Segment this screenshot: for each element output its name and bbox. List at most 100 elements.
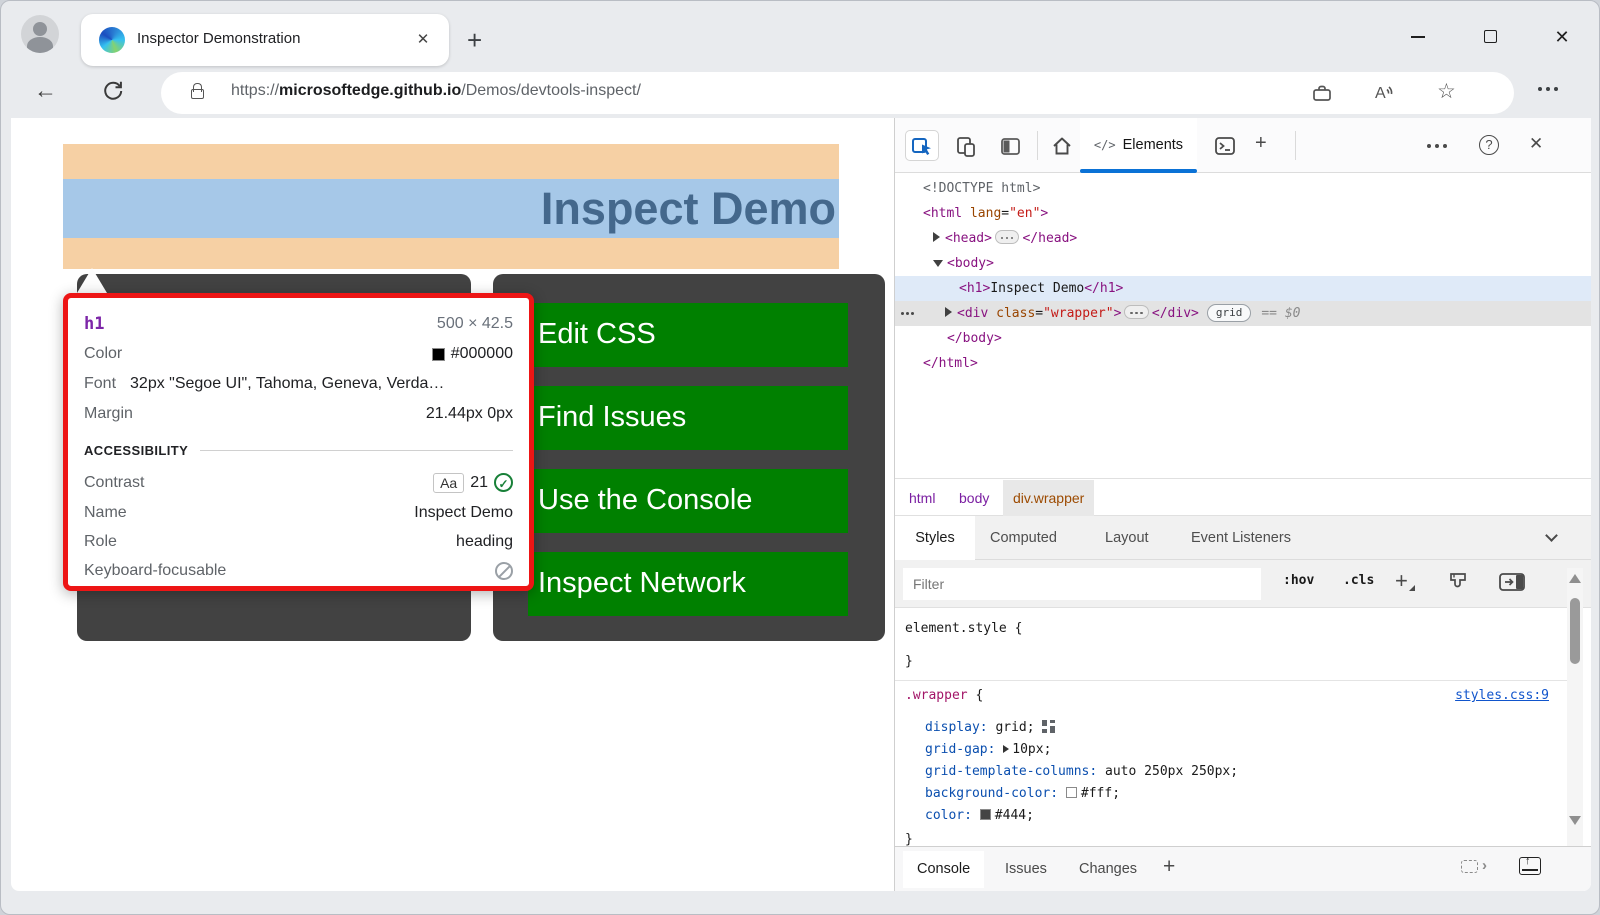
drawer-tab-issues[interactable]: Issues (991, 851, 1061, 888)
restore-drawer-icon[interactable] (1461, 860, 1478, 873)
new-style-rule-button[interactable]: + (1395, 568, 1408, 594)
tab-layout[interactable]: Layout (1105, 516, 1149, 560)
grid-badge[interactable]: grid (1207, 304, 1252, 322)
tab-close-icon[interactable]: ✕ (411, 28, 435, 52)
use-console-button[interactable]: Use the Console (528, 469, 848, 533)
expand-quick-view-icon[interactable] (1519, 857, 1541, 875)
inspect-tooltip: h1 500 × 42.5 Color #000000 Font 32px "S… (63, 293, 534, 591)
read-aloud-icon[interactable]: A (1373, 81, 1397, 110)
node-options-icon[interactable] (901, 312, 904, 315)
activity-bar-layout-button[interactable] (995, 131, 1025, 161)
h1-margin-overlay-top (63, 144, 839, 179)
page-heading: Inspect Demo (63, 179, 839, 238)
refresh-button[interactable] (101, 79, 125, 108)
a11y-role-value: heading (456, 533, 513, 551)
styles-pane: element.style { } styles.css:9 .wrapper … (895, 608, 1567, 846)
head-node[interactable]: <head></head> (895, 226, 1591, 251)
tab-computed[interactable]: Computed (990, 516, 1057, 560)
css-declaration[interactable]: grid-template-columns: auto 250px 250px; (925, 764, 1238, 779)
window-close-button[interactable]: ✕ (1548, 23, 1576, 51)
browser-more-icon[interactable] (1538, 87, 1542, 91)
find-issues-button[interactable]: Find Issues (528, 386, 848, 450)
expand-shorthand-icon[interactable] (1003, 745, 1009, 753)
css-declaration[interactable]: color: #444; (925, 808, 1034, 823)
edit-css-button[interactable]: Edit CSS (528, 303, 848, 367)
element-style-selector[interactable]: element.style (905, 621, 1007, 636)
help-icon[interactable]: ? (1479, 135, 1499, 155)
chevron-down-icon[interactable] (1545, 529, 1558, 542)
drawer-tab-console[interactable]: Console (903, 851, 984, 888)
tab-event-listeners[interactable]: Event Listeners (1191, 516, 1291, 560)
styles-filter-input[interactable] (903, 568, 1261, 600)
stylesheet-source-link[interactable]: styles.css:9 (1455, 688, 1549, 703)
expand-arrow-icon[interactable] (933, 232, 940, 242)
minimize-button[interactable] (1404, 23, 1432, 51)
tab-title: Inspector Demonstration (137, 30, 300, 47)
maximize-button[interactable] (1476, 23, 1504, 51)
contrast-value: 21 (470, 474, 488, 492)
css-declaration[interactable]: display: grid; (925, 720, 1055, 735)
inspect-cursor-icon (911, 135, 933, 157)
grid-editor-icon[interactable] (1042, 720, 1055, 733)
tooltip-tag: h1 (84, 314, 104, 334)
drawer-tab-changes[interactable]: Changes (1065, 851, 1151, 888)
browser-window: Inspector Demonstration ✕ + ✕ ← https://… (0, 0, 1600, 915)
styles-filter-bar: :hov .cls + (895, 560, 1591, 608)
collections-icon[interactable] (1311, 82, 1333, 109)
address-bar[interactable]: https://microsoftedge.github.io/Demos/de… (161, 72, 1514, 114)
breadcrumb-body[interactable]: body (949, 480, 999, 516)
contrast-pass-check-icon: ✓ (494, 473, 513, 492)
toggle-hover-state[interactable]: :hov (1283, 573, 1314, 588)
accessibility-section: ACCESSIBILITY (84, 433, 513, 467)
css-declaration[interactable]: grid-gap: 10px; (925, 742, 1051, 757)
color-swatch[interactable] (1066, 787, 1077, 798)
profile-avatar[interactable] (21, 15, 59, 53)
add-tool-button[interactable]: + (1255, 132, 1267, 155)
drawer-add-tab-button[interactable]: + (1163, 855, 1175, 879)
collapsed-content-icon[interactable] (1124, 305, 1149, 319)
h1-node[interactable]: <h1>Inspect Demo</h1> (895, 276, 1591, 301)
inspect-element-button[interactable] (905, 130, 939, 161)
tooltip-font-label: Font (84, 375, 116, 393)
collapsed-content-icon[interactable] (995, 230, 1020, 244)
computed-sidebar-toggle-icon[interactable] (1499, 572, 1525, 597)
tooltip-color-label: Color (84, 345, 122, 363)
back-button[interactable]: ← (34, 77, 57, 104)
console-tool-icon[interactable] (1210, 131, 1240, 161)
h1-content-overlay: Inspect Demo (63, 179, 839, 238)
home-icon[interactable] (1047, 131, 1077, 161)
inspect-network-button[interactable]: Inspect Network (528, 552, 848, 616)
scroll-down-icon[interactable] (1569, 816, 1581, 825)
dollar-zero-hint: == $0 (1261, 306, 1300, 321)
div-wrapper-node[interactable]: <div class="wrapper"></div>grid== $0 (895, 301, 1591, 326)
breadcrumb-div-wrapper[interactable]: div.wrapper (1003, 480, 1094, 516)
brush-icon[interactable] (1447, 571, 1469, 600)
browser-tab[interactable]: Inspector Demonstration ✕ (81, 14, 449, 66)
devtools-close-icon[interactable]: ✕ (1529, 134, 1543, 154)
new-tab-button[interactable]: + (467, 25, 482, 56)
not-focusable-icon (495, 562, 513, 580)
tab-styles[interactable]: Styles (895, 516, 975, 560)
breadcrumb: html body div.wrapper (895, 480, 1591, 516)
color-swatch[interactable] (980, 809, 991, 820)
toggle-classes[interactable]: .cls (1343, 573, 1374, 588)
wrapper-rule-selector[interactable]: .wrapper (905, 688, 968, 703)
collapse-arrow-icon[interactable] (933, 260, 943, 267)
scrollbar-thumb[interactable] (1570, 598, 1580, 664)
lock-icon[interactable] (191, 89, 204, 99)
devtools-toolbar: </> Elements + ? ✕ (895, 118, 1591, 173)
css-declaration[interactable]: background-color: #fff; (925, 786, 1120, 801)
expand-arrow-icon[interactable] (945, 307, 952, 317)
devtools-more-icon[interactable] (1427, 144, 1431, 148)
breadcrumb-html[interactable]: html (899, 480, 945, 516)
a11y-role-label: Role (84, 533, 117, 551)
body-node[interactable]: <body> (895, 251, 1591, 276)
doctype-node[interactable]: <!DOCTYPE html> (923, 181, 1040, 196)
scroll-up-icon[interactable] (1569, 574, 1581, 583)
favorites-star-icon[interactable]: ☆ (1437, 79, 1456, 104)
device-emulation-button[interactable] (950, 131, 980, 161)
styles-scrollbar[interactable] (1567, 568, 1583, 846)
url-text[interactable]: https://microsoftedge.github.io/Demos/de… (231, 82, 641, 100)
tab-elements[interactable]: </> Elements (1080, 118, 1197, 172)
browser-toolbar: ← https://microsoftedge.github.io/Demos/… (1, 69, 1600, 118)
